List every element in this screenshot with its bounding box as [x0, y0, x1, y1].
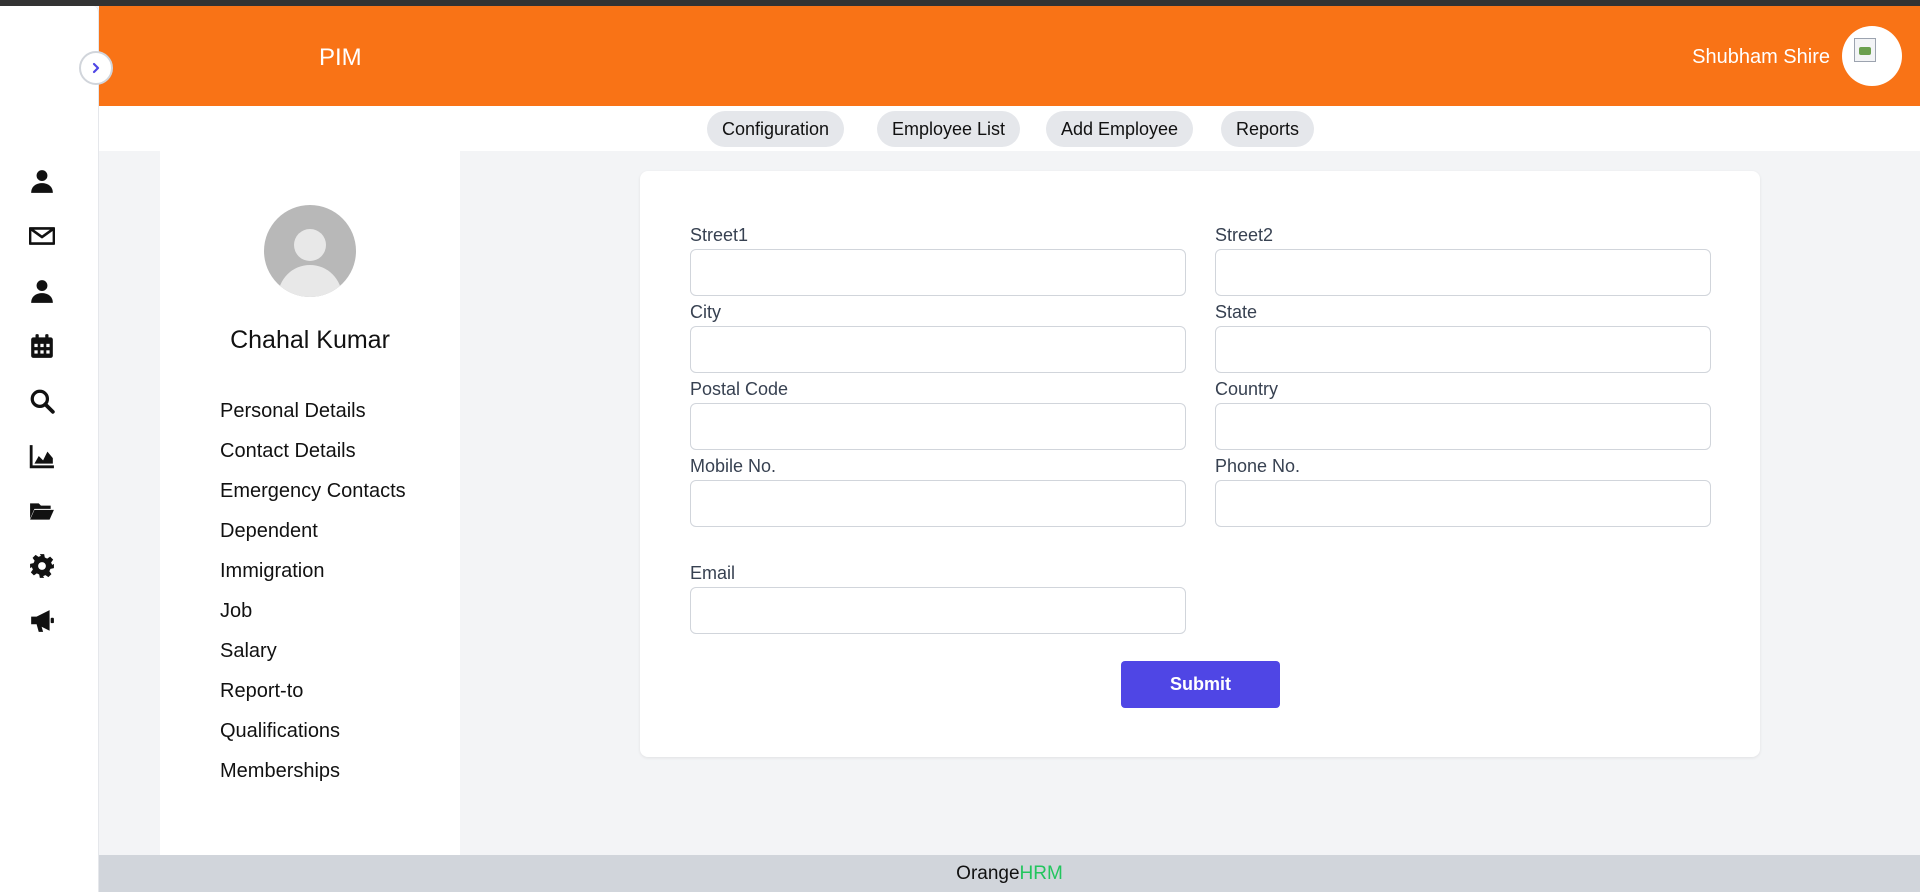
- menu-personal-details[interactable]: Personal Details: [220, 396, 406, 436]
- contact-details-form: Street1 Street2 City State Postal Code C…: [640, 171, 1760, 757]
- menu-immigration[interactable]: Immigration: [220, 556, 406, 596]
- city-input[interactable]: [690, 326, 1186, 373]
- employee-profile-panel: Chahal Kumar Personal Details Contact De…: [160, 151, 460, 855]
- icon-sidebar: [0, 6, 99, 892]
- pim-subnav: Configuration Employee List Add Employee…: [99, 106, 1920, 151]
- folder-open-icon[interactable]: [26, 495, 58, 527]
- calendar-icon[interactable]: [26, 330, 58, 362]
- chart-area-icon[interactable]: [26, 440, 58, 472]
- footer: OrangeHRM: [99, 855, 1920, 892]
- chevron-right-icon: [92, 62, 100, 74]
- menu-memberships[interactable]: Memberships: [220, 756, 406, 796]
- street2-group: Street2: [1215, 221, 1711, 296]
- email-label: Email: [690, 563, 736, 583]
- broken-image-icon: [1854, 38, 1876, 62]
- country-group: Country: [1215, 375, 1711, 450]
- menu-dependent[interactable]: Dependent: [220, 516, 406, 556]
- street2-input[interactable]: [1215, 249, 1711, 296]
- city-group: City: [690, 298, 1186, 373]
- profile-menu: Personal Details Contact Details Emergen…: [220, 396, 406, 796]
- employee-list-tab[interactable]: Employee List: [877, 111, 1021, 147]
- gear-icon[interactable]: [26, 550, 58, 582]
- submit-button[interactable]: Submit: [1121, 661, 1280, 708]
- menu-job[interactable]: Job: [220, 596, 406, 636]
- user-name[interactable]: Shubham Shire: [1692, 46, 1830, 69]
- phone-group: Phone No.: [1215, 452, 1711, 527]
- user-icon[interactable]: [26, 165, 58, 197]
- street1-label: Street1: [690, 225, 749, 245]
- phone-input[interactable]: [1215, 480, 1711, 527]
- add-employee-tab[interactable]: Add Employee: [1046, 111, 1194, 147]
- email-group: Email: [690, 559, 1186, 634]
- employee-name: Chahal Kumar: [230, 326, 390, 354]
- mobile-input[interactable]: [690, 480, 1186, 527]
- postal-code-group: Postal Code: [690, 375, 1186, 450]
- user-icon[interactable]: [26, 275, 58, 307]
- envelope-icon[interactable]: [26, 220, 58, 252]
- street2-label: Street2: [1215, 225, 1274, 245]
- top-header: PIM Shubham Shire: [99, 6, 1920, 106]
- menu-emergency-contacts[interactable]: Emergency Contacts: [220, 476, 406, 516]
- state-group: State: [1215, 298, 1711, 373]
- menu-contact-details[interactable]: Contact Details: [220, 436, 406, 476]
- mobile-group: Mobile No.: [690, 452, 1186, 527]
- state-input[interactable]: [1215, 326, 1711, 373]
- avatar[interactable]: [1842, 26, 1902, 86]
- city-label: City: [690, 302, 721, 322]
- menu-report-to[interactable]: Report-to: [220, 676, 406, 716]
- megaphone-icon[interactable]: [26, 605, 58, 637]
- profile-photo: [264, 205, 356, 297]
- state-label: State: [1215, 302, 1258, 322]
- search-icon[interactable]: [26, 385, 58, 417]
- sidebar-toggle-button[interactable]: [79, 51, 113, 85]
- country-label: Country: [1215, 379, 1279, 399]
- country-input[interactable]: [1215, 403, 1711, 450]
- postal-code-input[interactable]: [690, 403, 1186, 450]
- street1-group: Street1: [690, 221, 1186, 296]
- menu-salary[interactable]: Salary: [220, 636, 406, 676]
- page-title: PIM: [319, 44, 362, 71]
- footer-brand-accent: HRM: [1019, 863, 1063, 884]
- configuration-tab[interactable]: Configuration: [707, 111, 845, 147]
- street1-input[interactable]: [690, 249, 1186, 296]
- reports-tab[interactable]: Reports: [1221, 111, 1315, 147]
- menu-qualifications[interactable]: Qualifications: [220, 716, 406, 756]
- postal-code-label: Postal Code: [690, 379, 789, 399]
- mobile-label: Mobile No.: [690, 456, 777, 476]
- footer-brand: Orange: [956, 863, 1020, 884]
- email-input[interactable]: [690, 587, 1186, 634]
- phone-label: Phone No.: [1215, 456, 1301, 476]
